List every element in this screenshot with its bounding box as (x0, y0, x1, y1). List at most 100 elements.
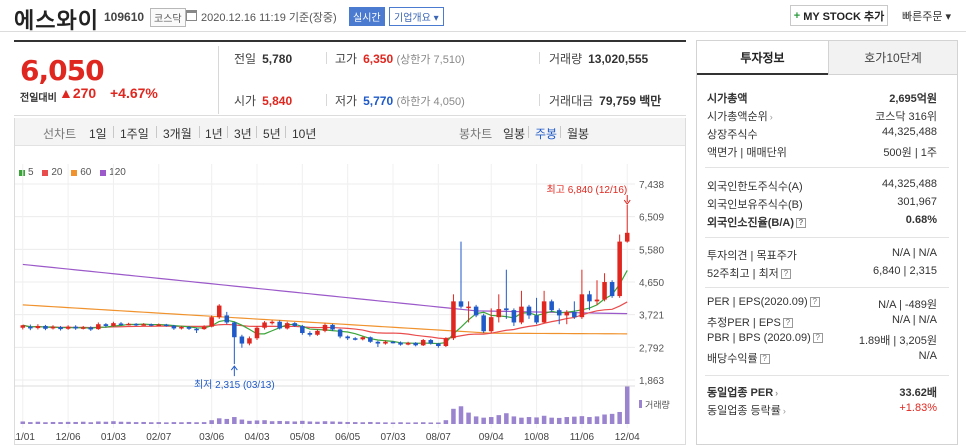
x-tick-label: 11/06 (570, 432, 595, 443)
info-value: 44,325,488 (881, 126, 937, 138)
tab-investment-info[interactable]: 투자정보 (697, 41, 828, 75)
divider (326, 94, 327, 106)
volume-bar (360, 422, 366, 424)
quick-order-link[interactable]: 빠른주문 ▾ (902, 8, 951, 24)
volume-bar (511, 416, 517, 424)
candle-body (141, 324, 146, 326)
add-my-stock-button[interactable]: + MY STOCK 추가 (790, 5, 888, 26)
info-label: 배당수익률? (707, 350, 770, 366)
x-tick-label: 09/04 (479, 432, 504, 443)
volume-legend-swatch (639, 400, 642, 408)
candlestick-chart[interactable]: 7,438 6,509 5,580 4,650 3,721 2,792 1,863 거래량 11… (15, 118, 685, 445)
help-icon[interactable]: ? (782, 318, 793, 329)
stock-header: 에스와이 109610 코스닥 2020.12.16 11:19 기준(장중) … (0, 0, 966, 33)
candle-body (239, 336, 245, 344)
volume-bar (564, 417, 570, 424)
y-tick-label: 6,509 (639, 213, 664, 224)
x-tick-label: 04/03 (244, 432, 269, 443)
candle-body (156, 324, 162, 327)
tab-orderbook-10[interactable]: 호가10단계 (828, 41, 957, 75)
candle-body (481, 315, 486, 332)
divider (539, 52, 540, 64)
info-label: 시가총액순위 › (707, 108, 773, 124)
divider (705, 375, 949, 376)
help-icon[interactable]: ? (809, 297, 820, 308)
row-sector-per[interactable]: 동일업종 PER › 33.62배 (697, 381, 957, 401)
stat-label: 전일 (234, 52, 257, 66)
candle-body (254, 327, 260, 339)
info-label: 투자의견 | 목표주가 (707, 250, 797, 262)
candle-body (58, 327, 63, 330)
quote-datetime: 2020.12.16 11:19 기준(장중) (201, 12, 337, 24)
chevron-down-icon: ▾ (433, 13, 439, 24)
candle-body (572, 311, 577, 318)
candle-body (526, 306, 532, 316)
candle-body (73, 326, 78, 329)
candle-body (20, 325, 26, 328)
row-sector-change[interactable]: 동일업종 등락률 › +1.83% (697, 399, 957, 419)
help-icon[interactable]: ? (796, 218, 806, 229)
candle-body (133, 323, 139, 326)
y-tick-label: 3,721 (639, 311, 664, 322)
stat-sub: (하한가 4,050) (396, 96, 465, 108)
info-value: 2,695억원 (889, 93, 937, 105)
x-tick-label: 11/01 (15, 432, 35, 443)
volume-bar (201, 422, 207, 424)
x-tick-label: 10/08 (524, 432, 549, 443)
up-triangle-icon: ▲ (59, 85, 73, 101)
info-label: 상장주식수 (707, 129, 758, 141)
candle-body (262, 322, 267, 328)
candle-body (171, 325, 177, 329)
info-label-text: 52주최고 | 최저 (707, 268, 779, 280)
candle-body (594, 299, 600, 302)
y-tick-label: 4,650 (639, 278, 664, 289)
info-label: 추정PER | EPS? (707, 314, 793, 330)
volume-bar (73, 421, 78, 424)
help-icon[interactable]: ? (780, 269, 791, 280)
candle-body (126, 323, 131, 326)
stat-high: 고가 6,350 (상한가 7,510) (335, 50, 465, 67)
volume-bar (466, 412, 471, 424)
volume-bar (368, 421, 373, 424)
volume-bar (519, 417, 524, 424)
stat-value: 6,350 (363, 52, 394, 66)
realtime-badge[interactable]: 실시간 (349, 7, 385, 26)
info-label: 외국인소진율(B/A)? (707, 214, 806, 230)
stat-value: 13,020,555 (588, 52, 649, 66)
help-icon[interactable]: ? (812, 333, 823, 344)
candle-body (420, 340, 426, 346)
plus-icon: + (793, 9, 801, 22)
help-icon[interactable]: ? (759, 354, 770, 365)
row-dividend: 배당수익률? N/A (697, 347, 957, 367)
candle-body (451, 301, 456, 339)
candle-body (284, 323, 290, 329)
candle-body (617, 241, 622, 297)
volume-bar (451, 408, 456, 424)
row-market-cap-rank[interactable]: 시가총액순위 › 코스닥 316위 (697, 105, 957, 125)
candle-body (201, 326, 207, 330)
volume-bar (496, 415, 502, 424)
volume-bar (481, 417, 486, 424)
candle-body (345, 336, 350, 339)
stat-value: 5,780 (262, 52, 293, 66)
info-label-text: PER | EPS(2020.09) (707, 296, 808, 308)
divider (218, 46, 219, 114)
x-tick-label: 02/07 (146, 432, 171, 443)
company-overview-dropdown[interactable]: 기업개요 ▾ (389, 7, 444, 26)
candle-body (564, 311, 570, 316)
volume-bar (96, 421, 101, 424)
volume-bar (156, 422, 162, 424)
chevron-right-icon: › (782, 406, 786, 416)
volume-bar (458, 406, 464, 424)
y-tick-label: 1,863 (639, 376, 664, 387)
info-label: PBR | BPS (2020.09)? (707, 332, 823, 344)
volume-bar (307, 421, 313, 424)
candle-body (602, 282, 607, 300)
info-label: 외국인보유주식수(B) (707, 199, 803, 211)
volume-bar (315, 421, 320, 424)
info-value: +1.83% (899, 402, 937, 414)
candle-body (390, 341, 396, 344)
stat-amount: 거래대금 79,759 백만 (549, 92, 661, 109)
volume-bar (58, 422, 63, 424)
volume-bar (80, 421, 86, 424)
